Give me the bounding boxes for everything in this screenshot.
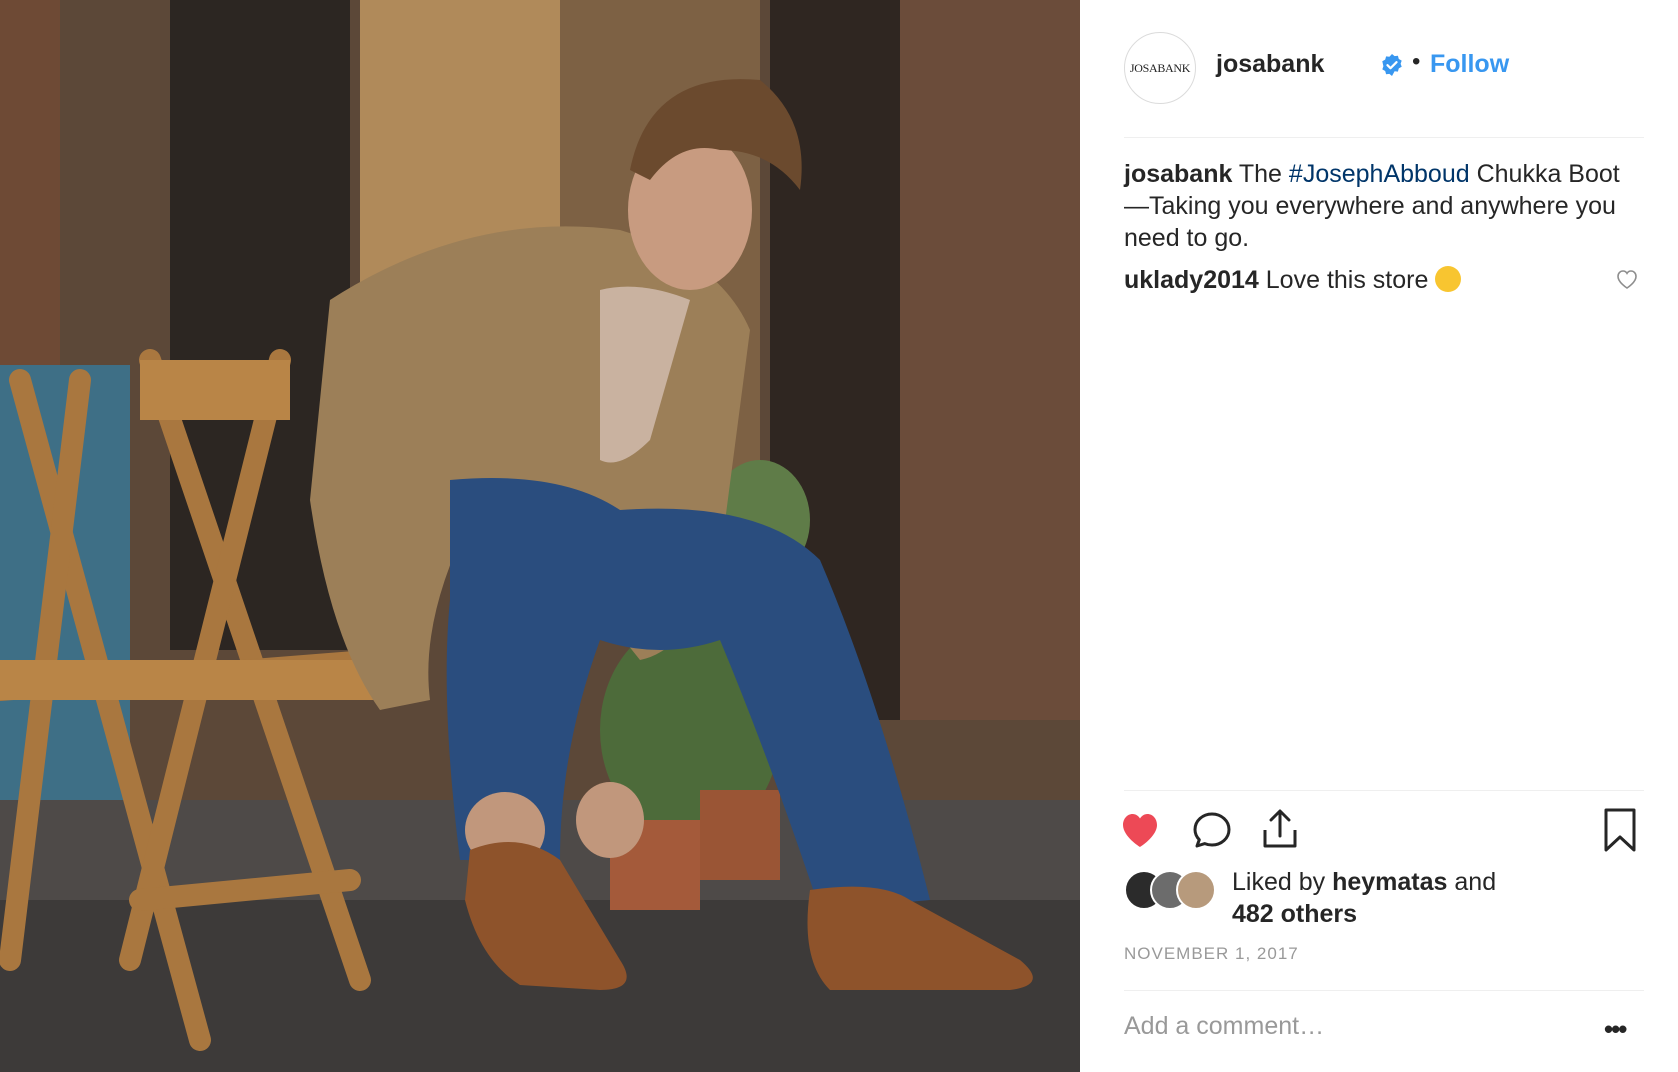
avatar-logo-text: JOSABANK (1129, 61, 1191, 75)
caption-hashtag-link[interactable]: #JosephAbboud (1289, 160, 1470, 188)
post-caption: josabank The #JosephAbboud Chukka Boot—T… (1124, 158, 1624, 254)
comment-text: Love this store (1265, 266, 1429, 294)
verified-badge-icon (1382, 54, 1402, 76)
post-header: JOSABANK josabank • Follow (1124, 32, 1636, 106)
heart-filled-icon[interactable] (1116, 806, 1164, 854)
comment-username[interactable]: uklady2014 (1124, 266, 1259, 294)
likes-others-link[interactable]: 482 others (1232, 900, 1357, 928)
header-separator: • (1412, 48, 1421, 75)
share-upload-icon[interactable] (1256, 806, 1304, 854)
more-options-button[interactable]: ••• (1604, 1014, 1627, 1045)
liker-avatar (1176, 870, 1216, 910)
follow-button[interactable]: Follow (1430, 50, 1509, 79)
add-comment-input[interactable]: Add a comment… (1124, 1012, 1324, 1041)
post-date[interactable]: NOVEMBER 1, 2017 (1124, 944, 1299, 964)
comment-item: uklady2014 Love this store (1124, 266, 1604, 295)
post-actions-bar (1116, 806, 1644, 854)
post-photo[interactable] (0, 0, 1080, 1072)
liker-avatars[interactable] (1124, 870, 1222, 910)
post-details-panel: JOSABANK josabank • Follow josabank The … (1080, 0, 1678, 1072)
hugging-face-emoji-icon (1435, 266, 1462, 293)
caption-text-start: The (1238, 160, 1282, 188)
heart-outline-icon[interactable] (1615, 268, 1639, 290)
likes-joiner: and (1454, 868, 1497, 896)
header-divider (1124, 137, 1644, 138)
profile-avatar[interactable]: JOSABANK (1124, 32, 1196, 104)
likes-summary: Liked by heymatas and 482 others (1124, 866, 1644, 930)
first-liker-link[interactable]: heymatas (1332, 868, 1447, 896)
post-author-username[interactable]: josabank (1216, 50, 1324, 79)
likes-prefix: Liked by (1232, 868, 1326, 896)
actions-divider (1124, 790, 1644, 791)
comment-bubble-icon[interactable] (1188, 806, 1236, 854)
caption-username[interactable]: josabank (1124, 160, 1232, 188)
comment-divider (1124, 990, 1644, 991)
bookmark-icon[interactable] (1596, 806, 1644, 854)
likes-text: Liked by heymatas and 482 others (1232, 866, 1496, 930)
